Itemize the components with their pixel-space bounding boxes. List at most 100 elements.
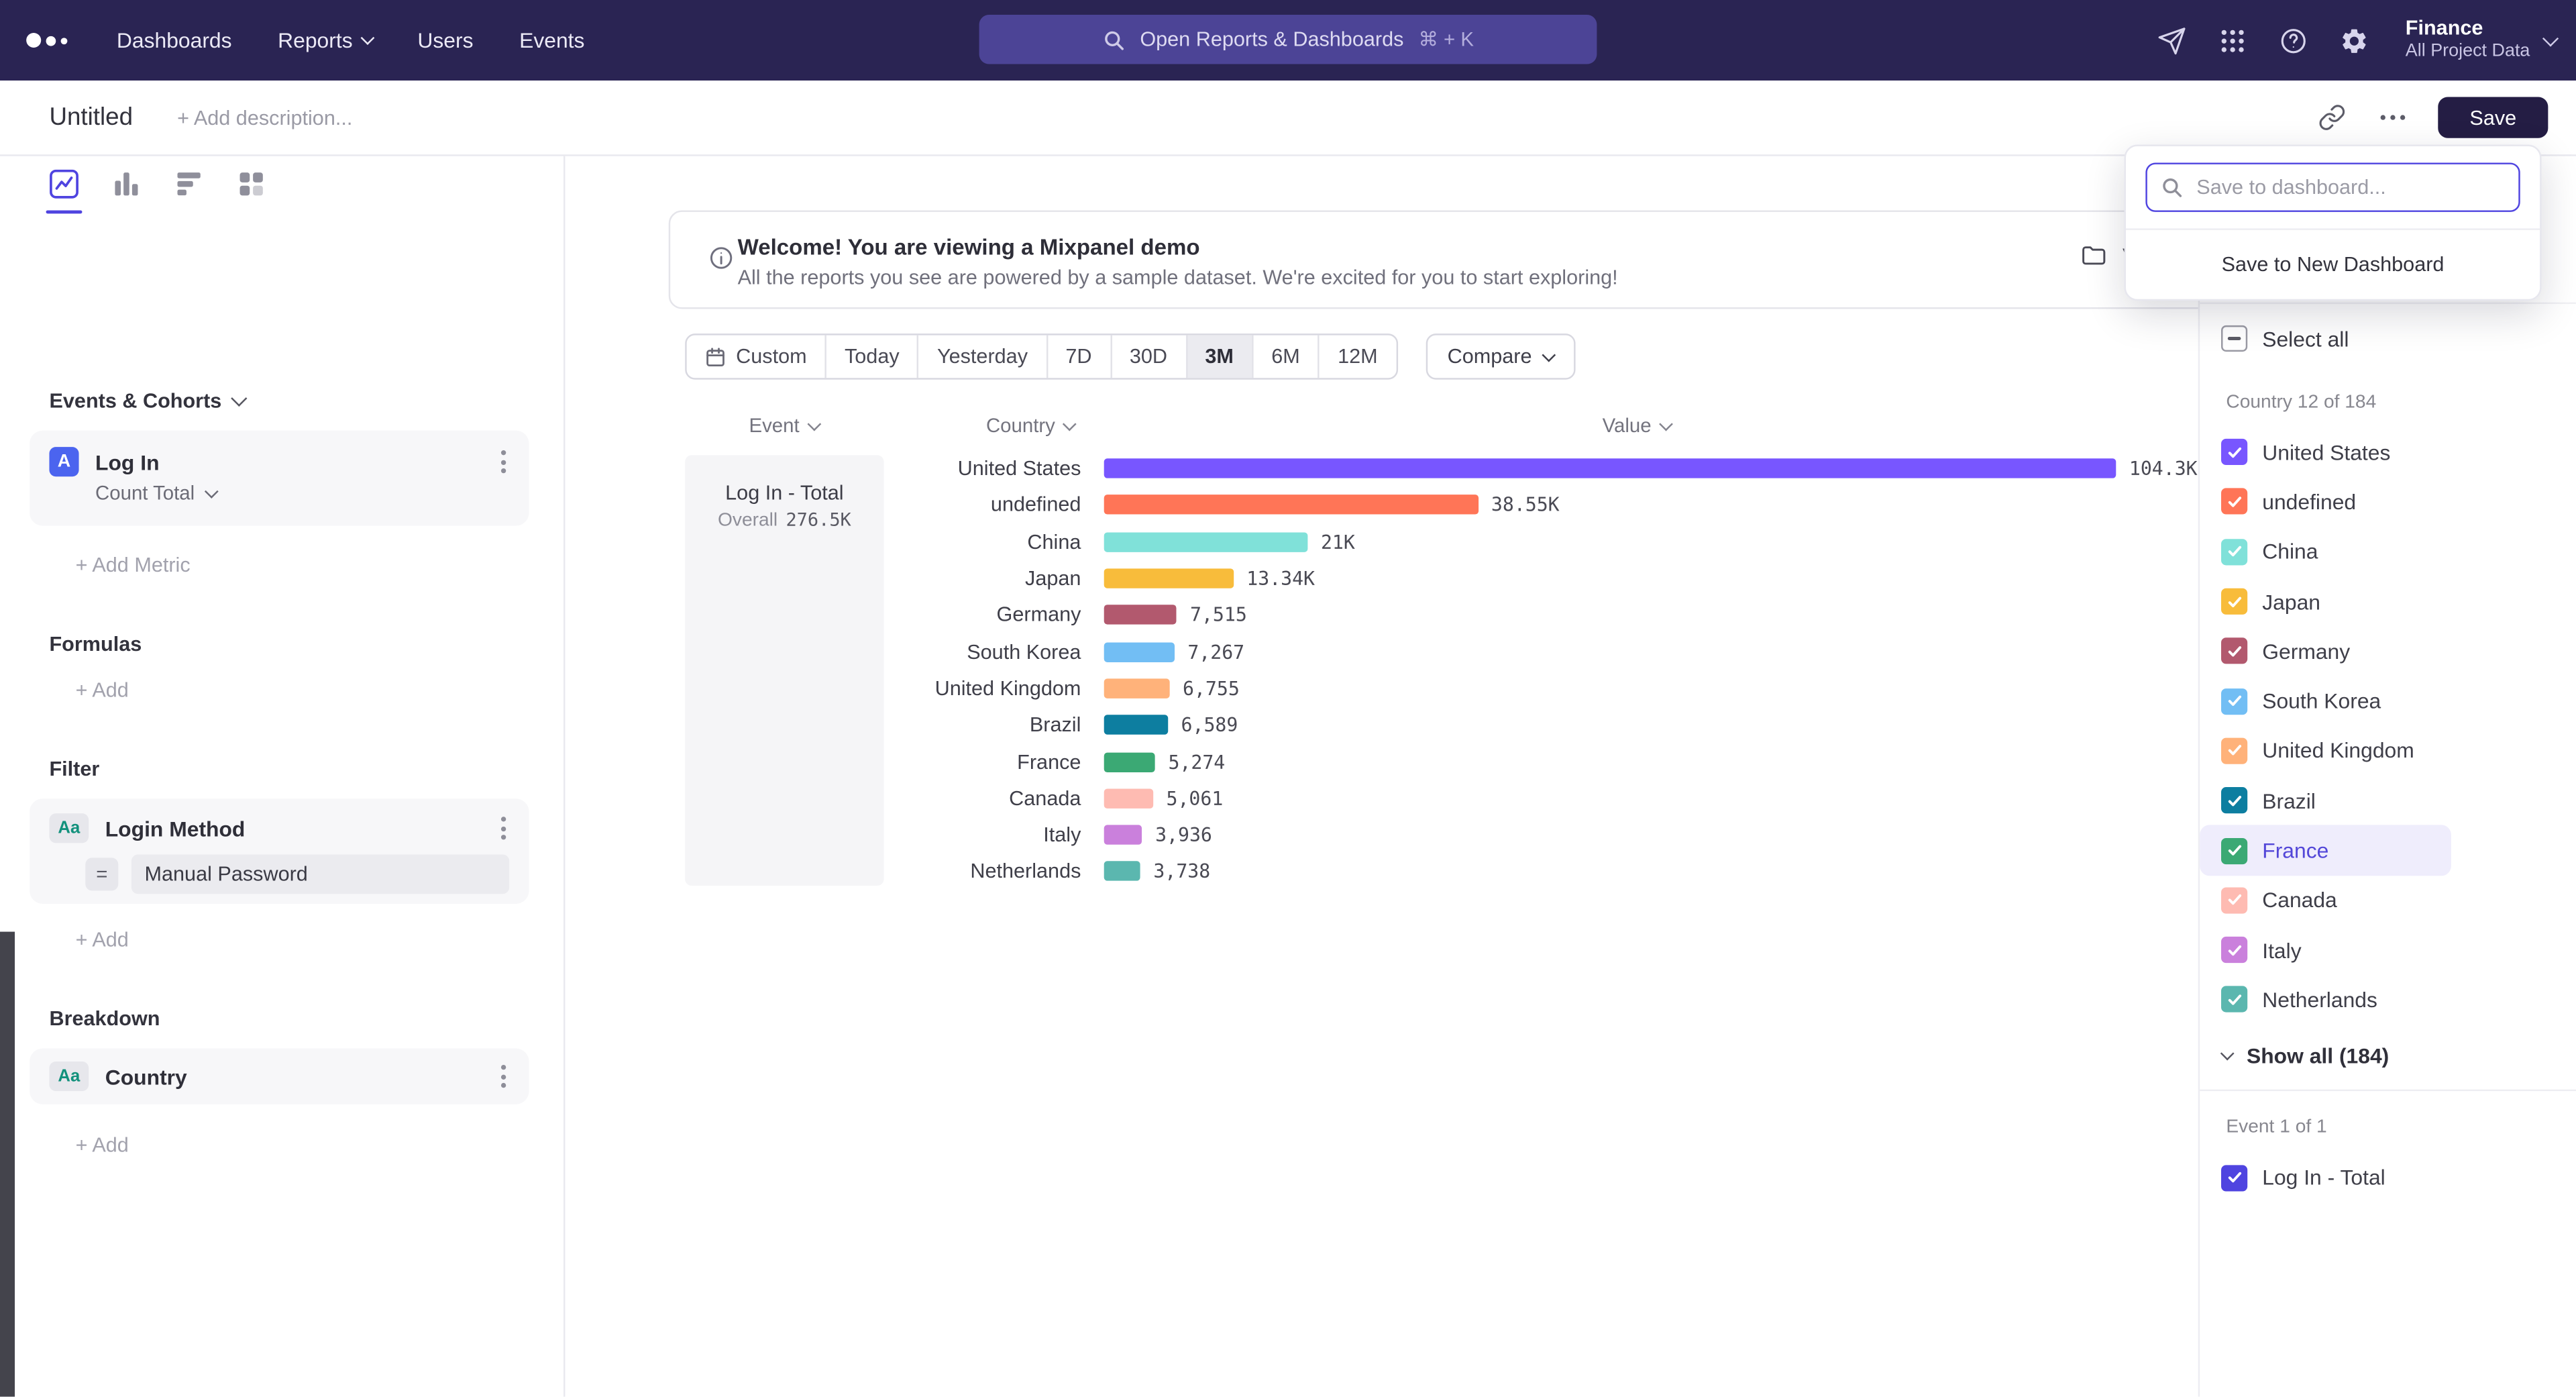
country-checkbox-row[interactable]: Netherlands — [2200, 975, 2451, 1025]
select-all-label: Select all — [2262, 326, 2349, 351]
select-all-checkbox[interactable] — [2221, 325, 2247, 352]
country-checkbox-checkbox[interactable] — [2221, 539, 2247, 565]
mixpanel-logo-icon[interactable] — [26, 33, 67, 48]
country-checkbox-row[interactable]: Italy — [2200, 925, 2451, 975]
nav-item-users[interactable]: Users — [417, 28, 473, 53]
tab-funnel-icon[interactable] — [171, 168, 207, 211]
range-label: 12M — [1338, 345, 1378, 368]
event-checkbox-checkbox[interactable] — [2221, 1165, 2247, 1191]
country-checkbox-row[interactable]: Japan — [2200, 576, 2451, 626]
range-30d[interactable]: 30D — [1110, 335, 1185, 378]
send-icon[interactable] — [2157, 25, 2187, 55]
event-cell[interactable]: Log In - Total Overall276.5K — [685, 455, 883, 886]
range-yesterday[interactable]: Yesterday — [918, 335, 1046, 378]
report-title[interactable]: Untitled — [49, 103, 133, 132]
bar[interactable] — [1104, 825, 1142, 845]
add-description-button[interactable]: + Add description... — [177, 106, 352, 129]
country-checkbox-row[interactable]: United Kingdom — [2200, 726, 2451, 776]
filter-card[interactable]: Aa Login Method = Manual Password — [30, 798, 529, 904]
metric-aggregation-select[interactable]: Count Total — [95, 482, 529, 505]
bar[interactable] — [1104, 605, 1177, 625]
event-checkbox-row[interactable]: Log In - Total — [2200, 1153, 2451, 1202]
country-checkbox-checkbox[interactable] — [2221, 588, 2247, 615]
country-checkbox-row[interactable]: undefined — [2200, 477, 2451, 527]
nav-item-events[interactable]: Events — [519, 28, 584, 53]
country-checkbox-checkbox[interactable] — [2221, 788, 2247, 814]
help-icon[interactable] — [2279, 25, 2308, 55]
bar[interactable] — [1104, 678, 1170, 698]
country-checkbox-row[interactable]: Canada — [2200, 876, 2451, 925]
bar[interactable] — [1104, 788, 1153, 808]
events-cohorts-heading[interactable]: Events & Cohorts — [49, 389, 244, 412]
country-checkbox-checkbox[interactable] — [2221, 887, 2247, 913]
save-button[interactable]: Save — [2438, 97, 2548, 138]
nav-item-dashboards[interactable]: Dashboards — [117, 28, 232, 53]
bar[interactable] — [1104, 532, 1308, 552]
compare-button[interactable]: Compare — [1426, 333, 1576, 380]
breakdown-add-button[interactable]: + Add — [76, 1134, 129, 1157]
bar[interactable] — [1104, 568, 1234, 588]
filter-value-select[interactable]: Manual Password — [131, 854, 509, 894]
tab-retention-icon[interactable] — [233, 168, 270, 211]
breakdown-kebab-icon[interactable] — [498, 1062, 509, 1091]
country-checkbox-row[interactable]: South Korea — [2200, 676, 2451, 726]
tab-bar-chart-icon[interactable] — [109, 168, 145, 211]
country-checkbox-row[interactable]: Germany — [2200, 627, 2451, 676]
tab-insights-icon[interactable] — [46, 168, 83, 211]
more-actions-button[interactable] — [2377, 103, 2407, 132]
country-checkbox-checkbox[interactable] — [2221, 986, 2247, 1013]
country-checkbox-checkbox[interactable] — [2221, 439, 2247, 465]
range-6m[interactable]: 6M — [1252, 335, 1318, 378]
bar-value: 7,515 — [1190, 604, 1247, 627]
bar[interactable] — [1104, 752, 1155, 771]
range-today[interactable]: Today — [825, 335, 918, 378]
metric-card[interactable]: A Log In Count Total — [30, 431, 529, 526]
column-header-value[interactable]: Value — [1603, 414, 1670, 437]
bar[interactable] — [1104, 642, 1175, 662]
range-custom[interactable]: Custom — [687, 335, 825, 378]
bar-value: 38.55K — [1491, 494, 1560, 517]
country-checkbox-checkbox[interactable] — [2221, 937, 2247, 963]
column-header-event[interactable]: Event — [749, 414, 818, 437]
select-all-row[interactable]: Select all — [2221, 325, 2576, 352]
filter-kebab-icon[interactable] — [498, 813, 509, 843]
range-12m[interactable]: 12M — [1318, 335, 1396, 378]
range-3m[interactable]: 3M — [1185, 335, 1252, 378]
country-checkbox-row[interactable]: Brazil — [2200, 776, 2451, 825]
bar[interactable] — [1104, 862, 1140, 881]
country-checkbox-checkbox[interactable] — [2221, 638, 2247, 664]
filter-add-button[interactable]: + Add — [76, 929, 129, 951]
country-checkbox-checkbox[interactable] — [2221, 837, 2247, 864]
country-checkbox-row[interactable]: United States — [2200, 427, 2451, 477]
gear-icon[interactable] — [2340, 25, 2369, 55]
nav-item-reports[interactable]: Reports — [278, 28, 372, 53]
chart-row: South Korea7,267 — [685, 633, 2197, 670]
metric-kebab-icon[interactable] — [498, 447, 509, 476]
show-all-button[interactable]: Show all (184) — [2222, 1043, 2576, 1068]
property-type-badge: Aa — [49, 813, 89, 843]
page-scrollbar[interactable] — [0, 932, 15, 1397]
breakdown-card[interactable]: Aa Country — [30, 1048, 529, 1104]
add-metric-button[interactable]: + Add Metric — [76, 554, 191, 576]
project-switcher[interactable]: Finance All Project Data — [2406, 17, 2557, 63]
country-checkbox-row[interactable]: France — [2200, 825, 2451, 875]
global-search-button[interactable]: Open Reports & Dashboards ⌘ + K — [979, 15, 1597, 64]
filter-operator-select[interactable]: = — [85, 858, 118, 890]
apps-grid-icon[interactable] — [2218, 25, 2248, 55]
range-7d[interactable]: 7D — [1046, 335, 1110, 378]
bar[interactable] — [1104, 715, 1168, 735]
country-checkbox-checkbox[interactable] — [2221, 688, 2247, 714]
bar[interactable] — [1104, 459, 2116, 478]
copy-link-icon[interactable] — [2316, 103, 2346, 132]
column-header-country[interactable]: Country — [986, 414, 1074, 437]
formulas-add-button[interactable]: + Add — [76, 678, 129, 701]
save-new-dashboard-item[interactable]: Save to New Dashboard — [2126, 230, 2540, 299]
save-dashboard-input[interactable] — [2145, 162, 2520, 211]
formulas-heading: Formulas — [49, 633, 142, 656]
bar[interactable] — [1104, 495, 1479, 515]
series-filter-panel: Select all Country 12 of 184 United Stat… — [2198, 240, 2576, 1397]
country-checkbox-checkbox[interactable] — [2221, 488, 2247, 515]
app-window: Dashboards Reports Users Events Open Report… — [0, 0, 2576, 1397]
country-checkbox-checkbox[interactable] — [2221, 737, 2247, 764]
country-checkbox-row[interactable]: China — [2200, 527, 2451, 576]
